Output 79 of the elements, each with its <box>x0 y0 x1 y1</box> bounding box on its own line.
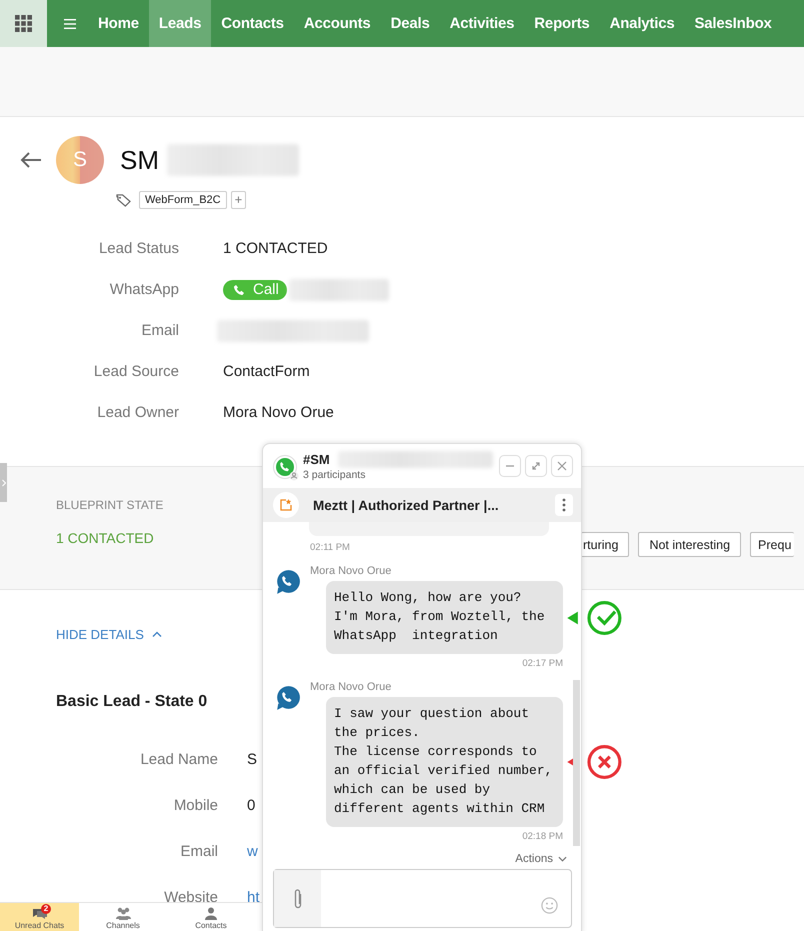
message-time: 02:18 PM <box>521 831 563 842</box>
scrollbar[interactable] <box>573 680 580 846</box>
nav-tab[interactable]: SalesInbox <box>684 0 782 47</box>
hide-details-link[interactable]: HIDE DETAILS <box>56 626 162 642</box>
expand-icon <box>530 460 542 472</box>
more-icon <box>562 498 566 512</box>
blueprint-label: BLUEPRINT STATE <box>56 498 164 512</box>
bottom-tab[interactable]: Contacts <box>167 903 255 931</box>
nav-tab[interactable]: Activities <box>440 0 524 47</box>
nav-tab[interactable]: Reports <box>524 0 600 47</box>
bottom-tab[interactable]: 2 Unread Chats <box>0 903 79 931</box>
field-link[interactable]: w <box>247 842 258 860</box>
person-icon <box>202 906 220 921</box>
caret-icon <box>152 631 162 637</box>
field-label: Email <box>179 842 218 860</box>
transition-button[interactable]: Prequ <box>750 532 794 557</box>
sender-name: Mora Novo Orue <box>310 681 392 693</box>
whatsapp-icon <box>273 455 299 481</box>
blueprint-state: 1 CONTACTED <box>56 530 154 546</box>
call-button[interactable]: Call <box>223 280 287 300</box>
transition-button[interactable]: rturing <box>581 532 630 557</box>
tag-icon <box>116 194 131 206</box>
phone-chat-icon <box>275 685 301 711</box>
phone-icon <box>233 284 245 296</box>
phone-chat-icon <box>275 569 301 595</box>
field-value: 1 CONTACTED <box>223 240 328 257</box>
side-panel-handle[interactable] <box>0 463 7 502</box>
add-tag-button[interactable]: + <box>230 191 246 209</box>
nav-tab[interactable]: Accounts <box>294 0 381 47</box>
unread-count-badge: 2 <box>41 904 51 914</box>
field-label: Website <box>163 888 218 906</box>
message-input-field[interactable] <box>273 869 572 928</box>
message-time: 02:11 PM <box>310 542 351 553</box>
field-label: Email <box>140 322 179 339</box>
field-value: S <box>247 750 258 768</box>
nav-tab[interactable]: Contacts <box>211 0 294 47</box>
tag-chip[interactable]: WebForm_B2C <box>139 191 227 209</box>
caret-icon <box>558 856 567 862</box>
nav-tab[interactable]: Leads <box>148 0 212 47</box>
menu-icon <box>64 18 76 28</box>
record-title: SM <box>120 144 159 176</box>
pinned-message-title: Meztt | Authorized Partner |... <box>313 498 500 512</box>
group-icon <box>114 906 132 921</box>
avatar-initial: S <box>72 148 87 172</box>
field-label: WhatsApp <box>108 281 179 298</box>
more-options-button[interactable] <box>555 494 573 516</box>
field-value: ContactForm <box>223 363 310 380</box>
sender-name: Mora Novo Orue <box>310 565 392 577</box>
attach-button[interactable] <box>274 870 321 927</box>
chat-title: #SM <box>303 452 330 467</box>
field-label: Lead Status <box>98 240 179 257</box>
field-value: 0 <box>247 796 256 814</box>
apps-button[interactable] <box>0 0 47 47</box>
paperclip-icon <box>292 888 302 910</box>
bottom-tab[interactable]: Channels <box>79 903 167 931</box>
back-arrow-icon[interactable] <box>20 152 42 168</box>
actions-menu[interactable]: Actions <box>515 853 567 865</box>
close-button[interactable] <box>551 455 573 477</box>
message-bubble: I saw your question about the prices. The license corresponds to an official verified number, which can be used by different agents within CRM <box>326 697 563 827</box>
message-time: 02:17 PM <box>521 658 563 669</box>
nav-tab[interactable]: Home <box>88 0 149 47</box>
participants-count: 3 participants <box>303 469 366 481</box>
field-label: Lead Name <box>139 750 218 768</box>
nav-tab[interactable]: Deals <box>380 0 440 47</box>
field-link[interactable]: ht <box>247 888 260 906</box>
section-title: Basic Lead - State 0 <box>56 693 208 711</box>
expand-button[interactable] <box>525 455 547 477</box>
field-value: Mora Novo Orue <box>223 404 334 421</box>
smiley-icon[interactable] <box>541 897 558 914</box>
minimize-button[interactable] <box>499 455 521 477</box>
transition-button[interactable]: Not interesting <box>638 532 742 557</box>
field-label: Mobile <box>172 796 218 814</box>
nav-tab[interactable]: Analytics <box>600 0 684 47</box>
grid-icon <box>15 15 32 32</box>
message-bubble: Hello Wong, how are you? I'm Mora, from Woztell, the WhatsApp integration <box>326 581 563 654</box>
star-share-icon <box>279 498 293 512</box>
field-label: Lead Owner <box>96 404 179 421</box>
field-label: Lead Source <box>92 363 179 380</box>
close-icon <box>556 460 568 472</box>
